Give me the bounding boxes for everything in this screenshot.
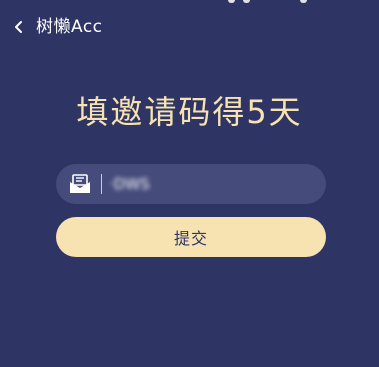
status-bar — [0, 0, 379, 4]
page-headline: 填邀请码得5天 — [76, 93, 303, 131]
nav-title: 树懒Acc — [36, 17, 103, 37]
submit-button[interactable]: 提交 — [56, 217, 326, 257]
invite-code-field[interactable] — [56, 164, 326, 204]
nav-bar: 树懒Acc — [14, 14, 103, 40]
chevron-left-icon[interactable] — [14, 14, 34, 40]
status-indicator — [243, 0, 250, 3]
field-divider — [101, 174, 102, 194]
status-indicator — [300, 0, 307, 3]
invite-code-input[interactable] — [109, 169, 289, 199]
status-indicator — [228, 0, 235, 3]
envelope-icon — [68, 173, 94, 195]
